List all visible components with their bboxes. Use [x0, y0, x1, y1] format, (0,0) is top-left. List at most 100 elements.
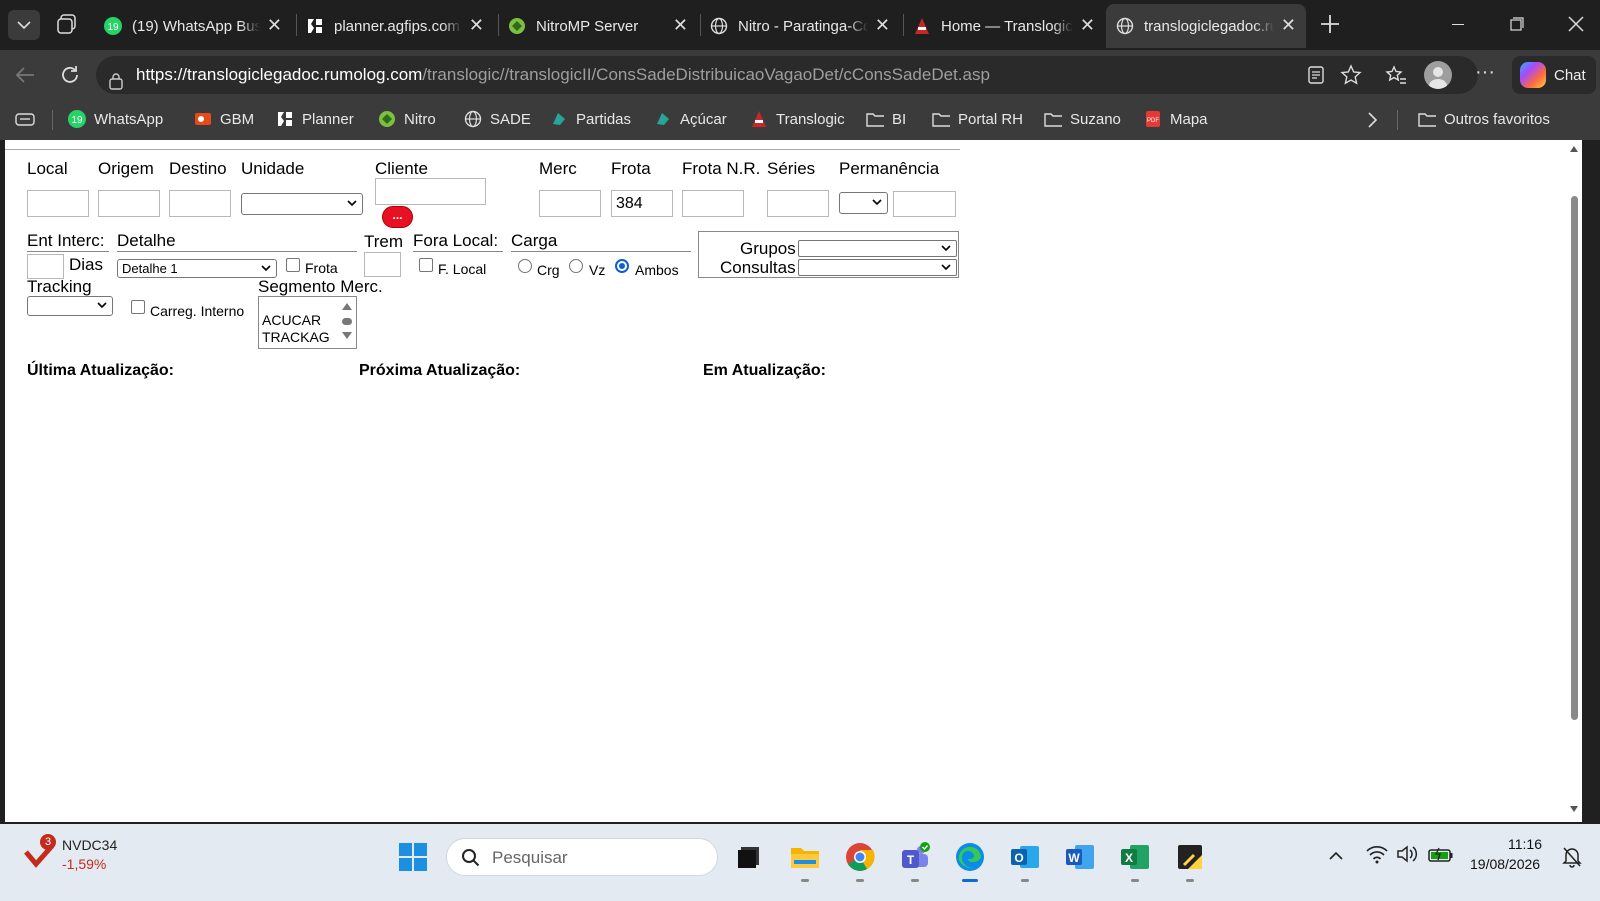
listbox-scroll-down-icon[interactable] [342, 332, 352, 339]
destino-input[interactable] [169, 190, 231, 217]
clock-date[interactable]: 19/08/2026 [1470, 856, 1540, 872]
page-scrollbar[interactable] [1566, 140, 1582, 822]
volume-icon[interactable] [1396, 844, 1418, 864]
close-tab-icon[interactable]: ✕ [1080, 16, 1095, 34]
task-view-icon[interactable] [732, 840, 766, 874]
scroll-up-icon[interactable] [1570, 146, 1578, 152]
fav-translogic[interactable]: Translogic [750, 110, 845, 128]
frota-input[interactable]: 384 [611, 190, 673, 217]
permanencia-select[interactable] [839, 192, 888, 214]
segmento-merc-listbox[interactable]: ACUCAR TRACKAG [258, 296, 357, 349]
fav-suzano[interactable]: Suzano [1044, 110, 1121, 128]
file-explorer-icon[interactable] [788, 840, 822, 882]
edge-icon[interactable] [953, 840, 987, 882]
tab-nitromp[interactable]: NitroMP Server ✕ [498, 4, 698, 48]
tab-whatsapp[interactable]: 19 (19) WhatsApp Business ✕ [94, 4, 292, 48]
sticky-notes-icon[interactable] [1173, 840, 1207, 882]
tracking-select[interactable] [27, 296, 113, 316]
profile-avatar[interactable] [1424, 61, 1452, 89]
ent-interc-dias-input[interactable] [27, 254, 64, 279]
close-tab-icon[interactable]: ✕ [875, 16, 890, 34]
wifi-icon[interactable] [1366, 844, 1388, 864]
fav-label: Partidas [576, 110, 632, 128]
notifications-icon[interactable] [1562, 846, 1582, 868]
chrome-icon[interactable] [843, 840, 877, 882]
fav-label: Portal RH [958, 110, 1024, 128]
reading-view-icon[interactable] [1306, 65, 1326, 85]
more-options-icon[interactable]: ··· [1474, 62, 1496, 86]
teams-icon[interactable]: T [898, 840, 932, 882]
merc-input[interactable] [539, 190, 601, 217]
listbox-scroll-up-icon[interactable] [342, 303, 352, 310]
origem-input[interactable] [98, 190, 160, 217]
fav-bi[interactable]: BI [866, 110, 906, 128]
fav-portal-rh[interactable]: Portal RH [932, 110, 1023, 128]
collections-icon[interactable] [14, 111, 36, 129]
favorite-star-icon[interactable] [1340, 64, 1362, 86]
carreg-interno-checkbox[interactable] [131, 300, 145, 314]
taskbar-search-box[interactable]: Pesquisar [446, 838, 718, 876]
tab-actions-menu-icon[interactable] [8, 10, 40, 40]
outlook-icon[interactable]: O [1008, 840, 1042, 882]
workspaces-icon[interactable] [56, 12, 82, 38]
frota-nr-input[interactable] [682, 190, 744, 217]
tab-translogiclegadoc[interactable]: translogiclegadoc.rumolog.com ✕ [1106, 4, 1306, 48]
close-window-icon[interactable] [1568, 16, 1584, 32]
close-tab-icon[interactable]: ✕ [673, 16, 688, 34]
tray-overflow-icon[interactable] [1328, 848, 1344, 862]
new-tab-icon[interactable] [1318, 12, 1344, 38]
minimize-icon[interactable] [1452, 24, 1464, 25]
favorites-overflow-icon[interactable] [1364, 111, 1380, 129]
scroll-thumb[interactable] [1571, 196, 1578, 720]
back-icon[interactable] [14, 64, 36, 86]
stock-widget[interactable]: 3 NVDC34 -1,59% [22, 834, 132, 884]
translogic-icon [750, 110, 768, 128]
series-input[interactable] [767, 190, 829, 217]
listbox-scroll-thumb[interactable] [342, 318, 352, 325]
frota-checkbox[interactable] [286, 258, 300, 272]
f-local-checkbox[interactable] [419, 258, 433, 272]
fav-mapa[interactable]: PDF Mapa [1144, 110, 1208, 128]
cliente-lookup-button[interactable]: ... [382, 206, 413, 228]
grupos-select[interactable] [798, 240, 957, 257]
cliente-input[interactable] [375, 178, 486, 205]
carga-crg-radio[interactable] [518, 259, 532, 273]
excel-icon[interactable]: X [1118, 840, 1152, 882]
refresh-icon[interactable] [59, 64, 81, 86]
word-icon[interactable]: W [1063, 840, 1097, 874]
label-trem: Trem [364, 232, 404, 251]
tab-translogic-home[interactable]: Home — Translogic ✕ [903, 4, 1105, 48]
close-tab-icon[interactable]: ✕ [1281, 16, 1296, 34]
copilot-chat-button[interactable]: Chat [1512, 56, 1596, 94]
clock-time[interactable]: 11:16 [1508, 836, 1542, 852]
detalhe-select[interactable]: Detalhe 1 [117, 259, 277, 278]
local-input[interactable] [27, 190, 89, 217]
consultas-select[interactable] [798, 259, 957, 276]
tab-title: Home — Translogic [941, 17, 1073, 35]
label-frota-checkbox: Frota [305, 260, 338, 276]
unidade-select[interactable] [241, 193, 363, 215]
fav-outros-favoritos[interactable]: Outros favoritos [1418, 110, 1550, 128]
fav-sade[interactable]: SADE [464, 110, 531, 128]
trem-input[interactable] [364, 252, 401, 277]
battery-icon[interactable] [1428, 844, 1454, 864]
fav-gbm[interactable]: GBM [194, 110, 254, 128]
fav-partidas[interactable]: Partidas [550, 110, 631, 128]
fav-acucar[interactable]: Açúcar [654, 110, 727, 128]
address-bar[interactable]: https://translogiclegadoc.rumolog.com/tr… [96, 56, 1478, 94]
favorites-hub-icon[interactable] [1385, 64, 1407, 86]
permanencia-input[interactable] [893, 191, 956, 217]
fav-planner[interactable]: Planner [276, 110, 354, 128]
scroll-down-icon[interactable] [1570, 806, 1578, 812]
tab-nitro-paratinga[interactable]: Nitro - Paratinga-Co ✕ [700, 4, 900, 48]
carga-vz-radio[interactable] [569, 259, 583, 273]
close-tab-icon[interactable]: ✕ [267, 16, 282, 34]
fav-whatsapp[interactable]: 19 WhatsApp [68, 110, 163, 128]
carga-ambos-radio[interactable] [615, 259, 629, 273]
close-tab-icon[interactable]: ✕ [469, 16, 484, 34]
start-windows-icon[interactable] [396, 840, 430, 874]
svg-text:T: T [907, 853, 915, 867]
fav-nitro[interactable]: Nitro [378, 110, 436, 128]
tab-planner[interactable]: planner.agfips.com.br ✕ [296, 4, 494, 48]
restore-icon[interactable] [1510, 17, 1524, 31]
